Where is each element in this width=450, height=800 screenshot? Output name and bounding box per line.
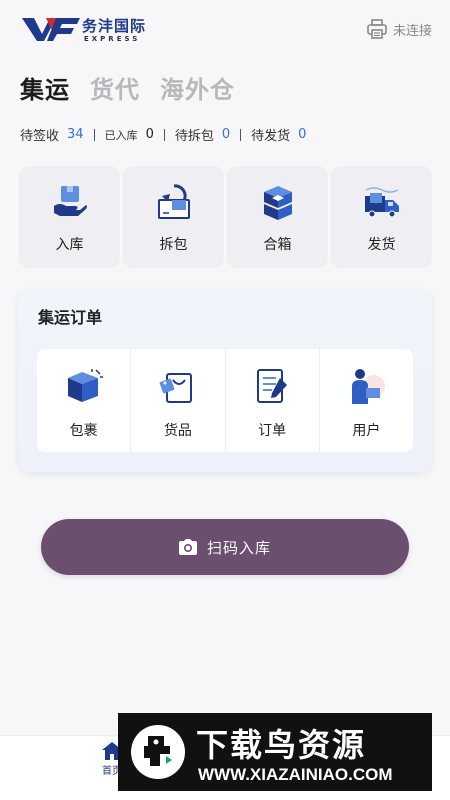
printer-status-label: 未连接: [392, 23, 432, 39]
stat-pending-unpack[interactable]: 待拆包 0: [175, 125, 230, 144]
stat-value: 34: [67, 127, 84, 142]
scan-button-label: 扫码入库: [206, 538, 271, 557]
menu-orders-button[interactable]: 订单: [226, 349, 320, 452]
action-label: 合箱: [263, 237, 292, 253]
menu-goods-button[interactable]: 货品: [131, 349, 226, 452]
stat-label: 已入库: [104, 128, 138, 142]
stat-in-stock[interactable]: 已入库 0: [105, 127, 154, 143]
consolidation-orders-card: 集运订单 包裹 货品 订单 用户: [18, 290, 432, 472]
action-label: 拆包: [159, 237, 188, 253]
watermark-banner: 下载鸟资源 WWW.XIAZAINIAO.COM: [118, 713, 432, 791]
divider: [240, 128, 242, 141]
stat-pending-receipt[interactable]: 待签收 34: [20, 125, 84, 144]
tab-overseas-warehouse[interactable]: 海外仓: [160, 70, 235, 105]
action-inbound-button[interactable]: 入库: [19, 166, 120, 268]
parcel-icon: [67, 369, 103, 402]
delivery-truck-icon: [364, 187, 399, 218]
stat-value: 0: [221, 127, 231, 142]
brand-logo-mark: [22, 18, 80, 41]
action-label: 入库: [55, 237, 84, 253]
menu-label: 包裹: [69, 423, 98, 439]
package-in-hand-icon: [53, 186, 87, 216]
tab-consolidation[interactable]: 集运: [20, 70, 70, 105]
user-icon: [352, 369, 386, 404]
combine-box-icon: [263, 186, 292, 220]
order-menu-grid: 包裹 货品 订单 用户: [37, 349, 413, 452]
printer-icon: [367, 19, 387, 39]
stat-label: 待发货: [251, 129, 291, 144]
stat-value: 0: [298, 127, 307, 142]
tab-forwarding[interactable]: 货代: [90, 70, 140, 105]
printer-status-button[interactable]: 未连接: [366, 18, 432, 40]
watermark-bird-icon: [131, 725, 185, 779]
quick-actions: 入库 拆包 合箱 发货: [19, 166, 432, 268]
business-tabs: 集运 货代 海外仓: [20, 70, 235, 105]
scan-inbound-button[interactable]: 扫码入库: [41, 519, 409, 575]
stat-value: 0: [145, 127, 154, 142]
action-ship-button[interactable]: 发货: [331, 166, 432, 268]
brand-logo: 务沣国际 EXPRESS: [22, 14, 162, 44]
menu-label: 订单: [258, 423, 287, 439]
unpack-box-icon: [157, 184, 190, 219]
menu-parcels-button[interactable]: 包裹: [37, 349, 132, 452]
watermark-text-cn: 下载鸟资源: [196, 726, 367, 764]
divider: [163, 128, 165, 141]
camera-icon: [178, 539, 197, 555]
brand-name-en: EXPRESS: [84, 35, 141, 43]
status-counters: 待签收 34 已入库 0 待拆包 0 待发货 0: [20, 125, 306, 144]
stat-label: 待签收: [20, 129, 60, 144]
section-title: 集运订单: [38, 308, 103, 327]
action-combine-button[interactable]: 合箱: [227, 166, 328, 268]
app-header: 务沣国际 EXPRESS 未连接: [0, 0, 450, 60]
watermark-text-en: WWW.XIAZAINIAO.COM: [198, 765, 393, 784]
stat-label: 待拆包: [174, 129, 214, 144]
goods-bag-icon: [159, 373, 192, 403]
menu-label: 货品: [163, 423, 192, 439]
divider: [93, 128, 95, 141]
menu-users-button[interactable]: 用户: [320, 349, 413, 452]
stat-pending-shipment[interactable]: 待发货 0: [251, 125, 306, 144]
menu-label: 用户: [352, 423, 381, 439]
action-label: 发货: [367, 237, 396, 253]
action-unpack-button[interactable]: 拆包: [123, 166, 224, 268]
order-form-icon: [257, 369, 288, 403]
brand-name-cn: 务沣国际: [82, 17, 147, 35]
